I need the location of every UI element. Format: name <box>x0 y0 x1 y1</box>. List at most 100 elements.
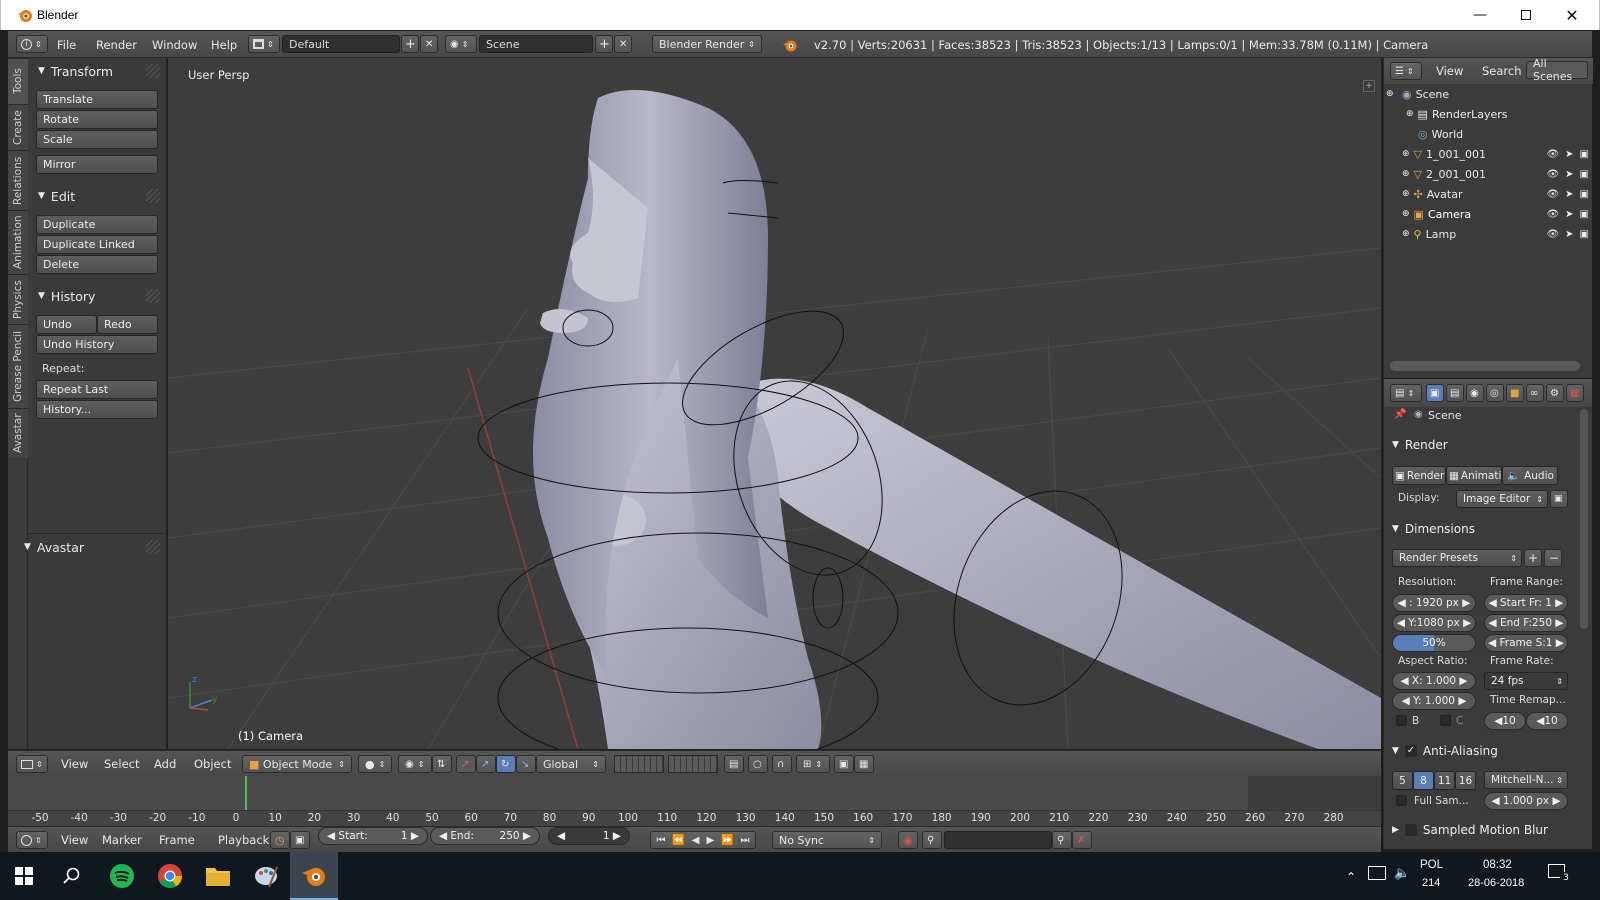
panel-grip-icon[interactable] <box>146 64 160 78</box>
menu-frame[interactable]: Frame <box>159 833 195 847</box>
editor-type-info-button[interactable]: i ⇕ <box>16 35 48 53</box>
delete-button[interactable]: Delete <box>36 255 158 274</box>
record-button[interactable]: ◉ <box>898 831 918 849</box>
render-context-camera-icon[interactable]: ▣ <box>1426 384 1444 402</box>
opengl-render-button[interactable]: ▣ <box>834 755 854 773</box>
translate-manipulator-button[interactable]: ↗ <box>456 755 476 773</box>
fps-dropdown[interactable]: 24 fps ⇕ <box>1484 672 1568 690</box>
add-preset-button[interactable]: + <box>1524 549 1542 567</box>
render-still-button[interactable]: ▣ Render <box>1392 466 1446 485</box>
remove-scene-button[interactable]: ✕ <box>614 35 632 53</box>
resolution-percentage-slider[interactable]: 50% <box>1392 634 1476 652</box>
start-button[interactable] <box>0 852 48 900</box>
screen-layout-icon-button[interactable]: ⇕ <box>248 35 280 53</box>
rotate-button[interactable]: Rotate <box>36 110 158 129</box>
end-frame-prop-field[interactable]: ◀ End F:250 ▶ <box>1484 614 1568 632</box>
outliner-row-scene[interactable]: ⊕ ◉ Scene <box>1384 84 1593 104</box>
expand-icon[interactable]: ⊕ <box>1402 209 1410 219</box>
menu-playback[interactable]: Playback <box>218 833 269 847</box>
next-keyframe-icon[interactable]: ⏩ <box>721 835 733 846</box>
opengl-anim-button[interactable]: ▦ <box>854 755 874 773</box>
render-layers-context-icon[interactable]: ▤ <box>1446 384 1464 402</box>
end-frame-field[interactable]: ◀ End: 250 ▶ <box>430 827 540 845</box>
expand-icon[interactable]: ⊕ <box>1402 189 1410 199</box>
menu-select[interactable]: Select <box>104 757 139 771</box>
object-context-icon[interactable]: ■ <box>1506 384 1524 402</box>
screen-layout-field[interactable]: Default <box>282 35 400 53</box>
constraints-context-icon[interactable]: ∞ <box>1526 384 1544 402</box>
panel-grip-icon[interactable] <box>146 540 160 554</box>
prev-keyframe-icon[interactable]: ⏪ <box>672 835 684 846</box>
show-hidden-icons-chevron-icon[interactable]: ⌃ <box>1346 870 1356 884</box>
volume-icon[interactable]: 🔈 <box>1394 866 1410 881</box>
edit-panel-header[interactable]: ▼ Edit <box>32 185 162 207</box>
anti-aliasing-panel-header[interactable]: ▼ ✓ Anti-Aliasing <box>1392 741 1498 761</box>
select-cursor-icon[interactable]: ➤ <box>1565 149 1573 160</box>
dimensions-panel-header[interactable]: ▼ Dimensions <box>1392 519 1475 539</box>
menu-window[interactable]: Window <box>152 38 197 52</box>
3d-viewport[interactable]: z y User Persp (1) Camera + <box>168 58 1381 749</box>
taskbar-file-explorer[interactable] <box>194 852 242 900</box>
render-camera-icon[interactable]: ▣ <box>1580 169 1589 180</box>
menu-file[interactable]: File <box>57 38 76 52</box>
add-screen-button[interactable]: + <box>401 35 419 53</box>
snap-element-dropdown[interactable]: ⊞ ⇕ <box>796 755 830 773</box>
outliner-row-renderlayers[interactable]: ⊕ ▤ RenderLayers <box>1384 104 1593 124</box>
aa-samples-5[interactable]: 5 <box>1392 771 1413 790</box>
remove-preset-button[interactable]: − <box>1544 549 1562 567</box>
render-animation-button[interactable]: ▦ Animati <box>1446 466 1502 485</box>
preview-range-button[interactable]: ◷ <box>270 831 290 849</box>
outliner-row-lamp[interactable]: ⊕ ⚲ Lamp 👁 ➤ ▣ <box>1384 224 1593 244</box>
current-frame-field[interactable]: ◀ 1 ▶ <box>548 827 630 845</box>
history-panel-header[interactable]: ▼ History <box>32 285 162 307</box>
duplicate-linked-button[interactable]: Duplicate Linked <box>36 235 158 254</box>
texture-context-icon[interactable]: ▦ <box>1566 384 1584 402</box>
resolution-y-field[interactable]: ◀ Y:1080 px ▶ <box>1392 614 1476 632</box>
action-center-button[interactable]: 3 <box>1548 862 1572 884</box>
outliner-view-menu[interactable]: View <box>1436 64 1463 78</box>
search-button[interactable] <box>48 852 96 900</box>
minimize-button[interactable]: — <box>1457 0 1503 30</box>
expand-icon[interactable]: ⊕ <box>1402 229 1410 239</box>
avastar-panel-header[interactable]: ▼ Avastar <box>18 536 148 558</box>
render-camera-icon[interactable]: ▣ <box>1580 149 1589 160</box>
full-sample-checkbox[interactable] <box>1396 795 1407 806</box>
sync-mode-dropdown[interactable]: No Sync ⇕ <box>772 831 882 849</box>
mirror-button[interactable]: Mirror <box>36 155 158 174</box>
filter-size-field[interactable]: ◀ 1.000 px ▶ <box>1484 792 1568 810</box>
scale-manipulator-button[interactable]: ↘ <box>516 755 536 773</box>
layers-block-2[interactable] <box>668 755 718 773</box>
modifiers-context-icon[interactable]: ⚙ <box>1546 384 1564 402</box>
aa-samples-8[interactable]: 8 <box>1413 771 1434 790</box>
outliner-row-2-001-001[interactable]: ⊕ ▽ 2_001_001 👁 ➤ ▣ <box>1384 164 1593 184</box>
display-dropdown[interactable]: Image Editor ⇕ <box>1456 490 1548 508</box>
scene-icon-button[interactable]: ◉ ⇕ <box>445 35 477 53</box>
tab-avastar[interactable]: Avastar <box>8 408 28 458</box>
delete-keyframe-button[interactable]: ✗ <box>1072 831 1092 849</box>
move-manipulator-button[interactable]: ↗ <box>476 755 496 773</box>
render-audio-button[interactable]: 🔈 Audio <box>1502 466 1558 485</box>
lock-layers-button[interactable]: ▤ <box>724 755 744 773</box>
outliner-search-menu[interactable]: Search <box>1482 64 1522 78</box>
outliner-row-camera[interactable]: ⊕ ▣ Camera 👁 ➤ ▣ <box>1384 204 1593 224</box>
transform-panel-header[interactable]: ▼ Transform <box>32 60 162 82</box>
editor-type-timeline-button[interactable]: ⇕ <box>16 831 48 849</box>
layers-block-1[interactable] <box>614 755 664 773</box>
menu-add[interactable]: Add <box>154 757 176 771</box>
expand-icon[interactable]: ⊕ <box>1402 169 1410 179</box>
time-remap-old-field[interactable]: ◀ 10 <box>1484 712 1526 730</box>
manipulator-toggle[interactable]: ⇅ <box>432 755 452 773</box>
border-checkbox[interactable] <box>1396 715 1407 726</box>
start-frame-field[interactable]: ◀ Start: 1 ▶ <box>318 827 428 845</box>
duplicate-button[interactable]: Duplicate <box>36 215 158 234</box>
menu-object[interactable]: Object <box>194 757 231 771</box>
visibility-eye-icon[interactable]: 👁 <box>1546 149 1559 160</box>
tab-create[interactable]: Create <box>8 104 28 150</box>
window-titlebar[interactable]: Blender — ✕ <box>0 0 1600 30</box>
menu-marker[interactable]: Marker <box>102 833 142 847</box>
editor-type-properties-button[interactable]: ▤ ⇕ <box>1390 384 1422 402</box>
scene-field[interactable]: Scene <box>479 35 593 53</box>
properties-scrollbar[interactable] <box>1580 409 1588 629</box>
resolution-x-field[interactable]: ◀ : 1920 px ▶ <box>1392 594 1476 612</box>
tab-physics[interactable]: Physics <box>8 274 28 324</box>
